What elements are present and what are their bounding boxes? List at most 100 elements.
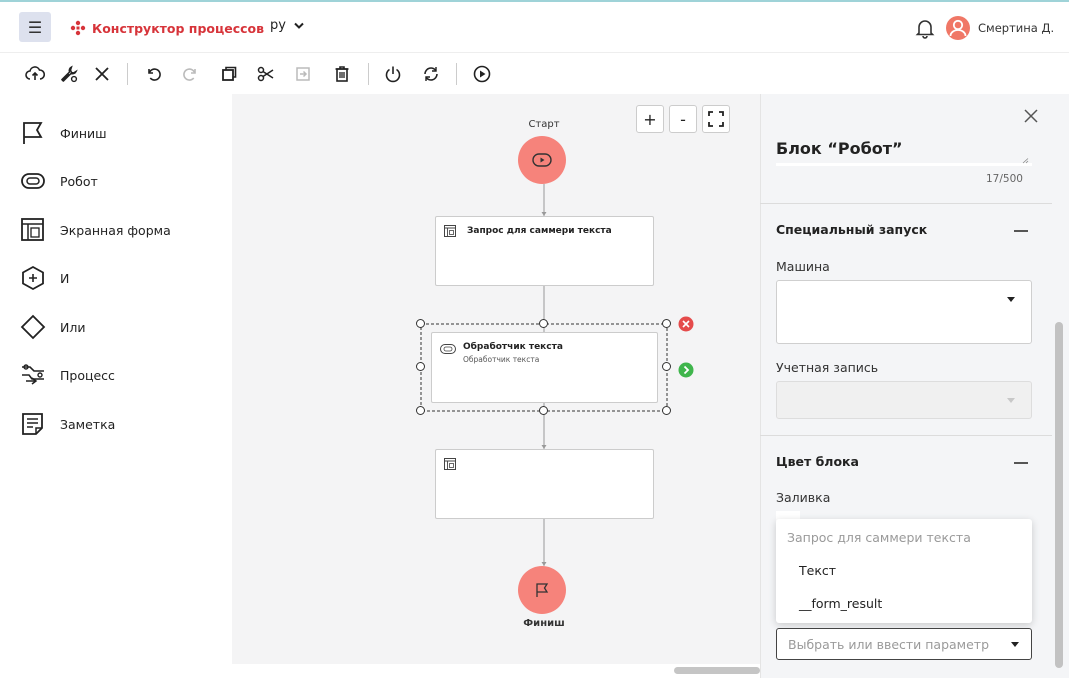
fullscreen-icon (708, 111, 724, 127)
toolbar-divider (456, 63, 457, 85)
delete-icon (335, 66, 349, 82)
machine-select[interactable] (776, 280, 1032, 344)
cut-icon (257, 66, 274, 82)
palette-item-label: Процесс (60, 367, 115, 383)
close-icon[interactable] (1022, 107, 1040, 125)
or-gateway-icon (20, 314, 46, 340)
palette-item-label: И (60, 270, 70, 286)
toolbar (0, 52, 1069, 94)
close-icon (95, 67, 109, 81)
redo-button[interactable] (180, 63, 202, 85)
horizontal-scrollbar[interactable] (674, 667, 760, 674)
screen-form-icon (444, 458, 456, 470)
copy-icon (222, 66, 237, 81)
fit-screen-button[interactable] (702, 105, 730, 133)
zoom-in-label: + (643, 109, 657, 129)
toolbar-divider (368, 63, 369, 85)
copy-button[interactable] (218, 63, 240, 85)
parameter-dropdown-menu: Запрос для саммери текста Текст __form_r… (776, 519, 1032, 623)
title-input-underline (776, 163, 1032, 166)
screen-form-block-empty[interactable] (435, 449, 654, 519)
account-select[interactable] (776, 381, 1032, 419)
panel-title[interactable]: Блок “Робот” (776, 139, 903, 158)
caret-down-icon (1007, 297, 1015, 302)
screen-form-icon (444, 225, 456, 237)
zoom-in-button[interactable]: + (636, 105, 664, 133)
run-button[interactable] (471, 63, 493, 85)
cut-button[interactable] (255, 63, 277, 85)
zoom-out-button[interactable]: - (669, 105, 697, 133)
robot-block-selected[interactable]: Обработчик текста Обработчик текста (431, 332, 658, 403)
palette-item-screen-form[interactable]: Экранная форма (20, 217, 171, 243)
zoom-out-label: - (680, 109, 686, 129)
panel-vertical-scrollbar[interactable] (1055, 322, 1063, 668)
dropdown-option[interactable]: __form_result (799, 596, 882, 611)
language-selector[interactable]: ру (270, 18, 304, 33)
palette-item-and[interactable]: И (20, 265, 69, 291)
char-counter: 17/500 (986, 173, 1023, 185)
power-icon (385, 66, 401, 83)
block-subtitle: Обработчик текста (463, 355, 540, 364)
caret-down-icon[interactable] (1011, 642, 1019, 647)
power-button[interactable] (382, 63, 404, 85)
screen-form-icon (21, 218, 44, 241)
section-title-block-color: Цвет блока (776, 454, 859, 469)
delete-button[interactable] (331, 63, 353, 85)
collapse-icon[interactable] (1014, 230, 1028, 232)
user-avatar-icon (949, 19, 967, 37)
app-header: ☰ Конструктор процессов ру Смертина Д. (0, 0, 1069, 52)
settings-button[interactable] (58, 63, 80, 85)
app-title: Конструктор процессов (92, 20, 265, 36)
block-title: Запрос для саммери текста (467, 226, 612, 236)
resize-handle[interactable] (416, 362, 425, 371)
palette-item-robot[interactable]: Робот (20, 168, 98, 194)
palette-item-label: Финиш (60, 125, 107, 141)
section-divider (760, 435, 1052, 436)
flag-icon (536, 583, 549, 597)
avatar[interactable] (946, 16, 970, 40)
palette-item-label: Экранная форма (60, 222, 171, 238)
undo-icon (148, 68, 161, 81)
bell-icon[interactable] (914, 17, 936, 39)
next-block-icon[interactable] (678, 362, 694, 378)
parameter-input[interactable]: Выбрать или ввести параметр (776, 628, 1032, 660)
resize-handle[interactable] (662, 406, 671, 415)
note-icon (22, 413, 43, 435)
wrench-settings-icon (60, 65, 78, 83)
close-button[interactable] (91, 63, 113, 85)
cloud-upload-button[interactable] (24, 63, 46, 85)
undo-button[interactable] (142, 63, 164, 85)
paste-button[interactable] (292, 63, 314, 85)
resize-handle[interactable] (662, 362, 671, 371)
dropdown-option[interactable]: Текст (799, 563, 836, 578)
app-brand[interactable]: Конструктор процессов (70, 20, 264, 36)
section-title-special-launch: Специальный запуск (776, 222, 928, 237)
resize-handle[interactable] (662, 319, 671, 328)
palette-item-note[interactable]: Заметка (20, 411, 115, 437)
process-icon (22, 364, 44, 385)
block-title: Обработчик текста (463, 342, 563, 352)
hamburger-icon: ☰ (27, 17, 43, 37)
resize-handle[interactable] (416, 406, 425, 415)
hamburger-menu-button[interactable]: ☰ (19, 12, 51, 42)
resize-handle[interactable] (539, 319, 548, 328)
palette-item-process[interactable]: Процесс (20, 362, 115, 388)
palette-item-or[interactable]: Или (20, 314, 85, 340)
resize-grip-icon (1022, 158, 1029, 164)
palette-item-finish[interactable]: Финиш (20, 120, 107, 146)
collapse-icon[interactable] (1014, 462, 1028, 464)
screen-form-block[interactable]: Запрос для саммери текста (435, 216, 654, 286)
finish-node[interactable] (518, 566, 566, 614)
resize-handle[interactable] (539, 406, 548, 415)
toolbar-divider (127, 63, 128, 85)
cloud-upload-icon (25, 66, 45, 80)
play-youtube-icon (532, 153, 552, 167)
refresh-button[interactable] (420, 63, 442, 85)
fill-label: Заливка (776, 490, 831, 505)
resize-handle[interactable] (416, 319, 425, 328)
start-node[interactable] (518, 136, 566, 184)
section-divider (760, 203, 1052, 204)
user-name[interactable]: Смертина Д. (978, 21, 1054, 35)
palette-item-label: Робот (60, 173, 98, 189)
delete-block-icon[interactable] (678, 316, 694, 332)
